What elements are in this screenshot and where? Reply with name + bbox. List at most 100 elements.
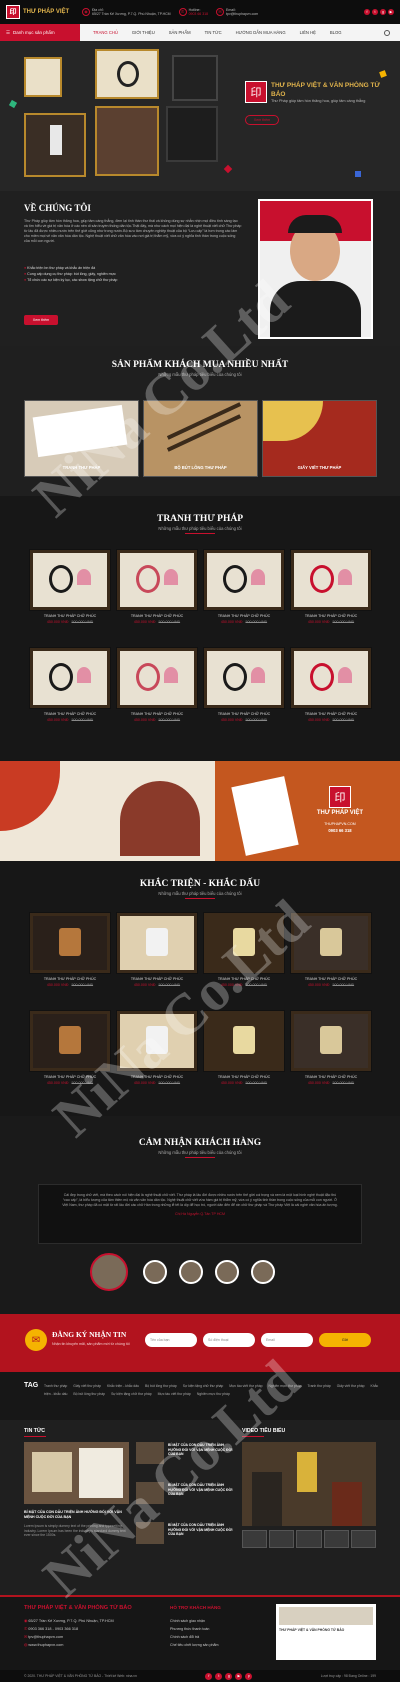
product-image[interactable] <box>30 550 110 610</box>
product-card[interactable]: TRANH THƯ PHÁP CHỮ PHÚC 450.000 VNĐ 500.00… <box>291 913 371 987</box>
product-name[interactable]: TRANH THƯ PHÁP CHỮ PHÚC <box>117 712 197 716</box>
facebook-icon[interactable]: f <box>205 1672 213 1680</box>
product-name[interactable]: TRANH THƯ PHÁP CHỮ PHÚC <box>117 614 197 618</box>
product-card[interactable]: TRANH THƯ PHÁP CHỮ PHÚC 450.000 VNĐ 500.00… <box>30 913 110 987</box>
product-card[interactable]: TRANH THƯ PHÁP CHỮ PHÚC 450.000 VNĐ 500.00… <box>291 550 371 624</box>
email-input[interactable]: Email <box>261 1333 313 1347</box>
tag-link[interactable]: Sự kiện tặng chữ thư pháp <box>111 1392 152 1396</box>
product-card[interactable]: TRANH THƯ PHÁP CHỮ PHÚC 450.000 VNĐ 500.00… <box>204 550 284 624</box>
product-name[interactable]: TRANH THƯ PHÁP CHỮ PHÚC <box>204 977 284 981</box>
nav-item[interactable]: SẢN PHẨM <box>162 30 198 35</box>
avatar[interactable] <box>90 1253 128 1291</box>
product-card[interactable]: TRANH THƯ PHÁP CHỮ PHÚC 450.000 VNĐ 500.00… <box>30 1011 110 1085</box>
product-card[interactable]: TRANH THƯ PHÁP CHỮ PHÚC 450.000 VNĐ 500.00… <box>291 648 371 722</box>
category-menu-button[interactable]: ☰ Danh mục sản phẩm <box>0 24 80 41</box>
support-link[interactable]: Chính sách đổi trả <box>170 1633 219 1641</box>
tag-link[interactable]: Giấy viết thư pháp <box>73 1384 101 1388</box>
news-item[interactable]: BÍ MẬT CỦA CON DẤU TRIỆN ẢNH HƯỞNG ĐỐI V… <box>136 1522 236 1560</box>
tag-link[interactable]: Mực tàu viết thư pháp <box>229 1384 262 1388</box>
avatar[interactable] <box>179 1260 203 1284</box>
product-image[interactable] <box>291 1011 371 1071</box>
support-link[interactable]: Chính sách giao nhận <box>170 1617 219 1625</box>
google-plus-icon[interactable]: g <box>380 9 386 15</box>
nav-item[interactable]: BLOG <box>323 30 349 35</box>
pinterest-icon[interactable]: p <box>245 1672 253 1680</box>
nav-item[interactable]: HƯỚNG DẪN MUA HÀNG <box>229 30 293 35</box>
hotline-text[interactable]: 0903 66 318 <box>189 12 208 17</box>
product-name[interactable]: TRANH THƯ PHÁP CHỮ PHÚC <box>30 712 110 716</box>
video-thumb[interactable] <box>242 1530 268 1548</box>
youtube-icon[interactable]: ▶ <box>388 9 394 15</box>
product-image[interactable] <box>117 550 197 610</box>
email-text[interactable]: tpv@thuphapvn.com <box>226 12 258 17</box>
tag-link[interactable]: Giấy viết thư pháp <box>337 1384 365 1388</box>
product-card[interactable]: TRANH THƯ PHÁP CHỮ PHÚC 450.000 VNĐ 500.00… <box>30 648 110 722</box>
product-image[interactable] <box>291 648 371 708</box>
avatar[interactable] <box>215 1260 239 1284</box>
phone-input[interactable]: Số điện thoại <box>203 1333 255 1347</box>
product-image[interactable] <box>30 1011 110 1071</box>
product-name[interactable]: TRANH THƯ PHÁP CHỮ PHÚC <box>117 1075 197 1079</box>
product-image[interactable] <box>117 648 197 708</box>
product-card[interactable]: TRANH THƯ PHÁP CHỮ PHÚC 450.000 VNĐ 500.00… <box>117 913 197 987</box>
nav-item[interactable]: TIN TỨC <box>198 30 229 35</box>
subscribe-button[interactable]: Gửi <box>319 1333 371 1347</box>
video-thumb[interactable] <box>323 1530 349 1548</box>
tag-link[interactable]: Nghiên mực thư pháp <box>197 1392 230 1396</box>
product-card[interactable]: TRANH THƯ PHÁP CHỮ PHÚC 450.000 VNĐ 500.00… <box>291 1011 371 1085</box>
news-main-image[interactable] <box>24 1442 129 1504</box>
news-main-title[interactable]: BÍ MẬT CỦA CON DẤU TRIỆN ẢNH HƯỞNG ĐỐI V… <box>24 1510 129 1520</box>
avatar[interactable] <box>143 1260 167 1284</box>
product-card[interactable]: TRANH THƯ PHÁP CHỮ PHÚC 450.000 VNĐ 500.00… <box>117 550 197 624</box>
product-image[interactable] <box>204 913 284 973</box>
product-name[interactable]: TRANH THƯ PHÁP CHỮ PHÚC <box>204 1075 284 1079</box>
tag-link[interactable]: Bộ bút lông thư pháp <box>145 1384 177 1388</box>
product-image[interactable] <box>117 913 197 973</box>
news-item[interactable]: BÍ MẬT CỦA CON DẤU TRIỆN ẢNH HƯỞNG ĐỐI V… <box>136 1442 236 1480</box>
google-plus-icon[interactable]: g <box>225 1672 233 1680</box>
product-name[interactable]: TRANH THƯ PHÁP CHỮ PHÚC <box>30 977 110 981</box>
tag-link[interactable]: Bộ bút lông thư pháp <box>73 1392 105 1396</box>
product-image[interactable] <box>204 1011 284 1071</box>
product-image[interactable] <box>117 1011 197 1071</box>
footer-phone[interactable]: 0903 366 318 - 0903 366 318 <box>28 1627 78 1631</box>
product-name[interactable]: TRANH THƯ PHÁP CHỮ PHÚC <box>291 712 371 716</box>
product-name[interactable]: TRANH THƯ PHÁP CHỮ PHÚC <box>204 712 284 716</box>
hero-more-button[interactable]: Xem thêm <box>245 115 279 125</box>
product-image[interactable] <box>204 648 284 708</box>
product-card[interactable]: TRANH THƯ PHÁP CHỮ PHÚC 450.000 VNĐ 500.00… <box>117 1011 197 1085</box>
product-card[interactable]: TRANH THƯ PHÁP CHỮ PHÚC 450.000 VNĐ 500.00… <box>204 913 284 987</box>
support-link[interactable]: Phương thức thanh toán <box>170 1625 219 1633</box>
name-input[interactable]: Tên của bạn <box>145 1333 197 1347</box>
product-image[interactable] <box>30 913 110 973</box>
support-link[interactable]: Chế tiêu chết lượng sản phẩm <box>170 1641 219 1649</box>
tag-link[interactable]: Mực tàu viết thư pháp <box>158 1392 191 1396</box>
video-thumb[interactable] <box>350 1530 377 1548</box>
tag-link[interactable]: Nghiên mực thư pháp <box>268 1384 301 1388</box>
about-more-button[interactable]: Xem thêm <box>24 315 58 325</box>
bestseller-card[interactable]: GIẤY VIẾT THƯ PHÁP <box>262 400 377 477</box>
video-thumb[interactable] <box>296 1530 322 1548</box>
video-thumb[interactable] <box>269 1530 295 1548</box>
nav-item[interactable]: TRANG CHỦ <box>86 30 125 35</box>
bestseller-card[interactable]: BỘ BÚT LÔNG THƯ PHÁP <box>143 400 258 477</box>
product-card[interactable]: TRANH THƯ PHÁP CHỮ PHÚC 450.000 VNĐ 500.00… <box>204 648 284 722</box>
search-icon[interactable] <box>384 29 390 36</box>
video-player[interactable] <box>242 1442 376 1526</box>
news-item[interactable]: BÍ MẬT CỦA CON DẤU TRIỆN ẢNH HƯỞNG ĐỐI V… <box>136 1482 236 1520</box>
product-image[interactable] <box>291 550 371 610</box>
twitter-icon[interactable]: t <box>372 9 378 15</box>
product-name[interactable]: TRANH THƯ PHÁP CHỮ PHÚC <box>30 1075 110 1079</box>
product-card[interactable]: TRANH THƯ PHÁP CHỮ PHÚC 450.000 VNĐ 500.00… <box>204 1011 284 1085</box>
footer-web[interactable]: www.thuphapvn.com <box>28 1643 63 1647</box>
footer-email[interactable]: tpv@thuphapvn.com <box>28 1635 63 1639</box>
product-name[interactable]: TRANH THƯ PHÁP CHỮ PHÚC <box>30 614 110 618</box>
avatar[interactable] <box>251 1260 275 1284</box>
nav-item[interactable]: LIÊN HỆ <box>293 30 323 35</box>
product-image[interactable] <box>204 550 284 610</box>
tag-link[interactable]: Sự kiện tặng chữ thư pháp <box>183 1384 224 1388</box>
product-card[interactable]: TRANH THƯ PHÁP CHỮ PHÚC 450.000 VNĐ 500.00… <box>30 550 110 624</box>
facebook-widget[interactable]: THƯ PHÁP VIỆT & VĂN PHÒNG TỨ BẢO <box>276 1604 376 1660</box>
product-name[interactable]: TRANH THƯ PHÁP CHỮ PHÚC <box>291 614 371 618</box>
nav-item[interactable]: GIỚI THIỆU <box>125 30 162 35</box>
